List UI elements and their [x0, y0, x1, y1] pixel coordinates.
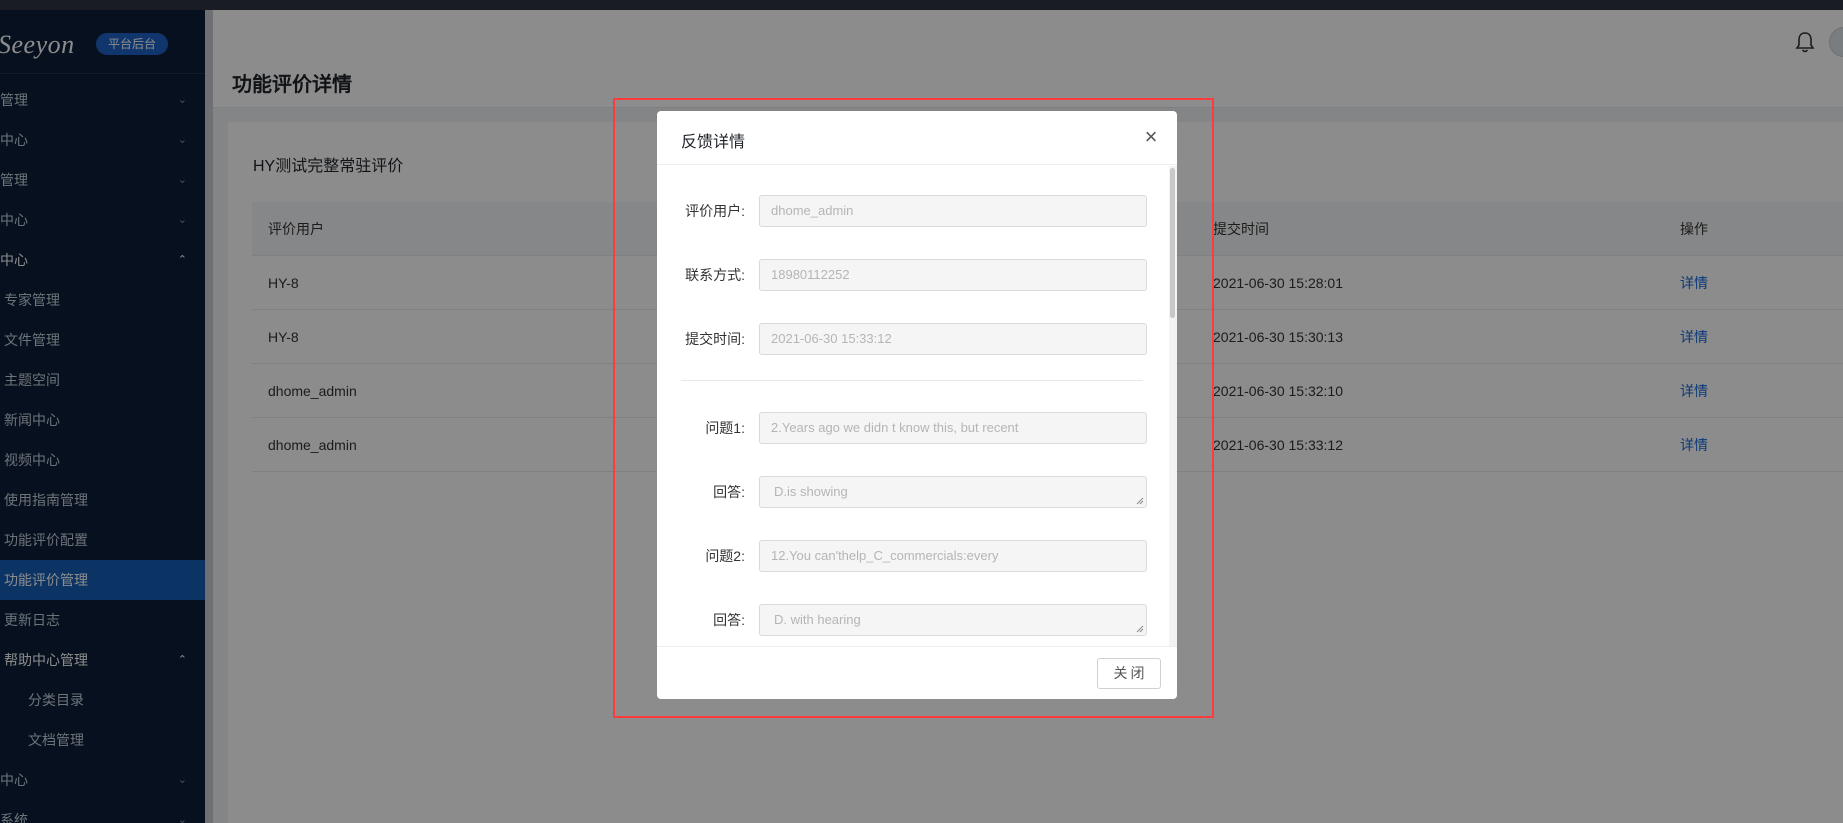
field-row-answer-1: 回答: D.is showing: [657, 476, 1167, 508]
user-field[interactable]: dhome_admin: [759, 195, 1147, 227]
scrollbar-thumb[interactable]: [1170, 168, 1175, 318]
modal-scrollbar[interactable]: [1169, 166, 1177, 646]
field-row-contact: 联系方式: 18980112252: [657, 259, 1167, 291]
close-button[interactable]: 关闭: [1097, 658, 1161, 689]
modal-footer: 关闭: [657, 646, 1177, 699]
field-row-time: 提交时间: 2021-06-30 15:33:12: [657, 323, 1167, 355]
contact-field[interactable]: 18980112252: [759, 259, 1147, 291]
field-label: 提交时间:: [685, 331, 745, 347]
field-label: 问题1:: [705, 420, 745, 436]
resize-handle-icon[interactable]: [1136, 625, 1144, 633]
feedback-detail-modal: 反馈详情 × 评价用户: dhome_admin 联系方式: 189801122…: [657, 111, 1177, 699]
answer-1-textarea[interactable]: D.is showing: [759, 476, 1147, 508]
modal-body[interactable]: 评价用户: dhome_admin 联系方式: 18980112252 提交时间…: [657, 166, 1177, 646]
answer-1-text: D.is showing: [774, 484, 848, 499]
field-row-user: 评价用户: dhome_admin: [657, 195, 1167, 227]
field-label: 评价用户:: [685, 203, 745, 219]
resize-handle-icon[interactable]: [1136, 497, 1144, 505]
section-divider: [681, 380, 1143, 381]
submit-time-field[interactable]: 2021-06-30 15:33:12: [759, 323, 1147, 355]
field-label: 问题2:: [705, 548, 745, 564]
answer-2-textarea[interactable]: D. with hearing: [759, 604, 1147, 636]
field-row-answer-2: 回答: D. with hearing: [657, 604, 1167, 636]
field-row-question-2: 问题2: 12.You can'thelp_C_commercials:ever…: [657, 540, 1167, 572]
field-label: 回答:: [713, 612, 745, 628]
field-label: 联系方式:: [685, 267, 745, 283]
question-2-field[interactable]: 12.You can'thelp_C_commercials:every: [759, 540, 1147, 572]
modal-header: 反馈详情 ×: [657, 111, 1177, 165]
close-icon[interactable]: ×: [1139, 125, 1163, 149]
field-label: 回答:: [713, 484, 745, 500]
answer-2-text: D. with hearing: [774, 612, 861, 627]
field-row-question-1: 问题1: 2.Years ago we didn t know this, bu…: [657, 412, 1167, 444]
question-1-field[interactable]: 2.Years ago we didn t know this, but rec…: [759, 412, 1147, 444]
modal-title: 反馈详情: [681, 134, 746, 151]
